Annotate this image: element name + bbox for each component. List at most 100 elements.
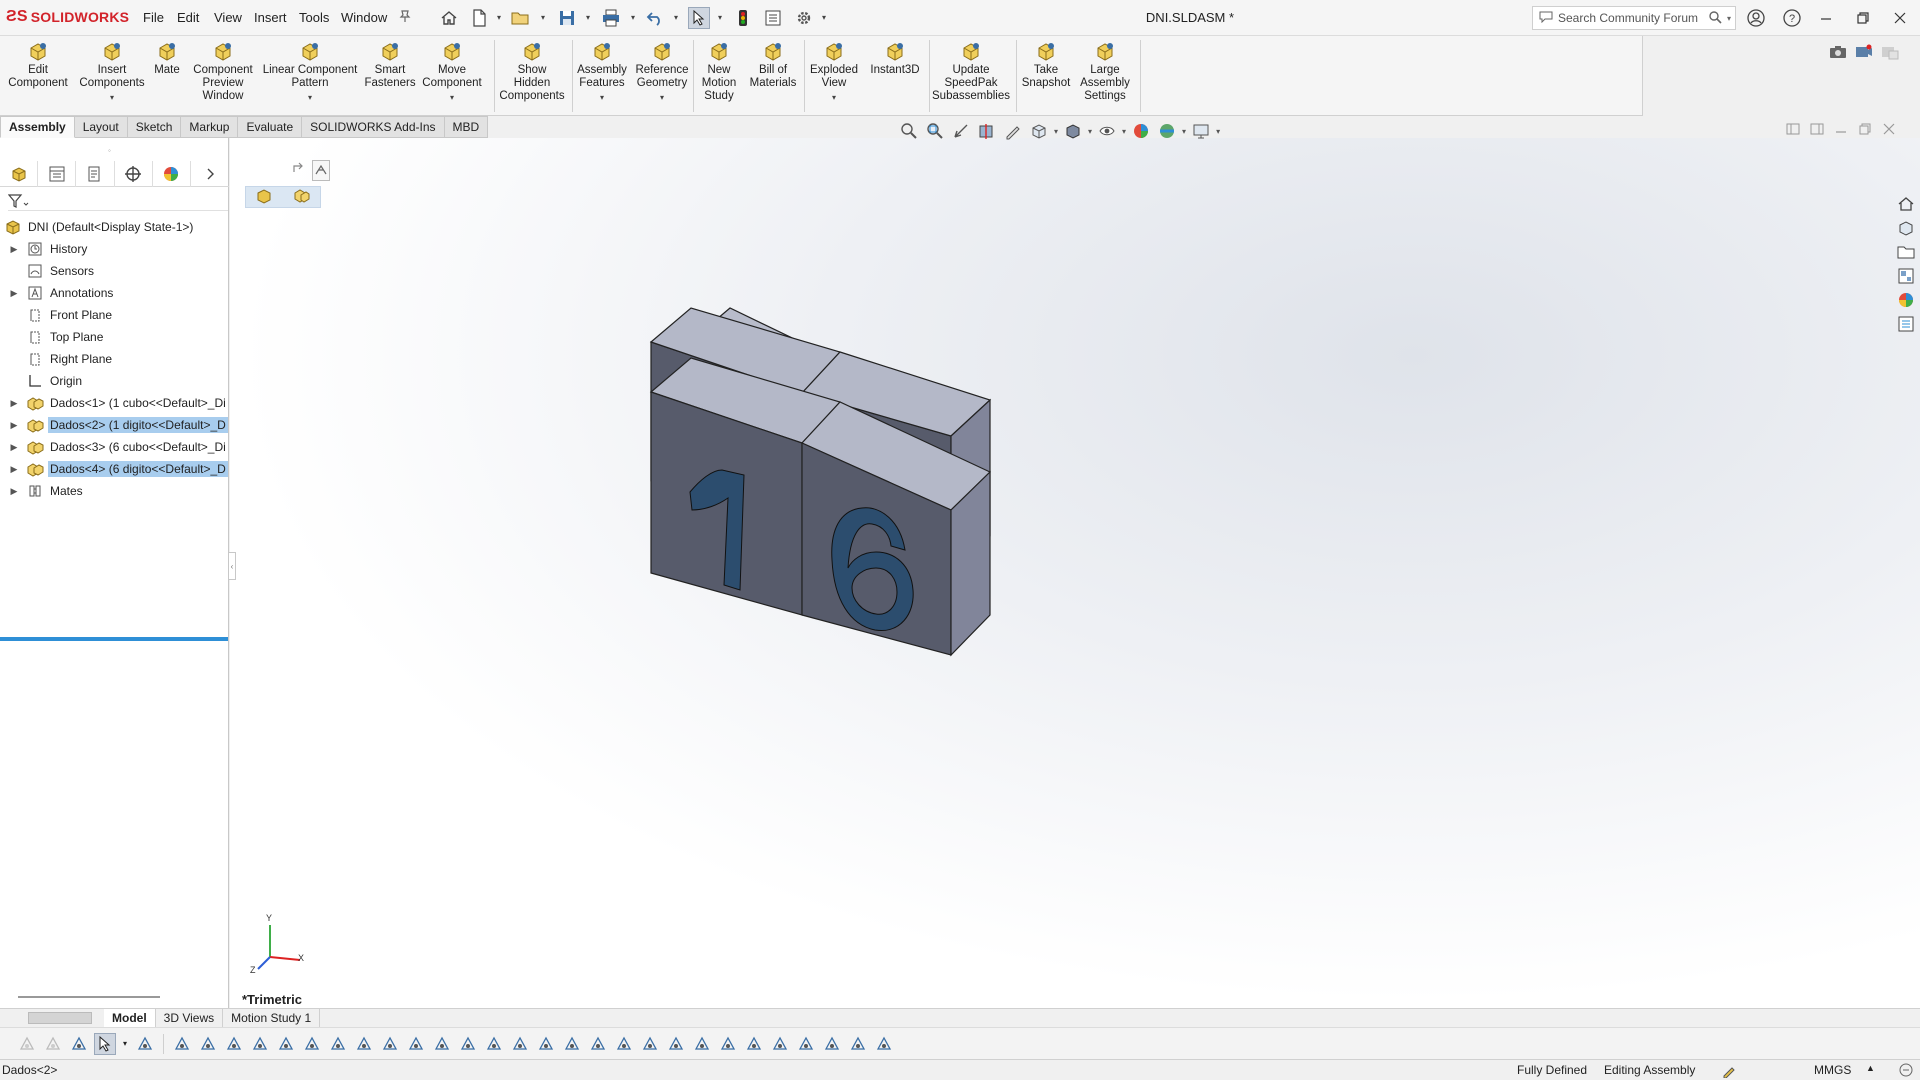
dimxpert-manager-icon[interactable] [115,160,153,187]
zoom-to-area-icon[interactable] [924,121,946,141]
ribbon-button-move-component[interactable]: Move Component ▾ [422,40,482,104]
filter-sketch-icon[interactable] [847,1033,869,1055]
filter-toggle-icon[interactable] [42,1033,64,1055]
print-icon[interactable] [600,7,622,29]
tree-item-top[interactable]: ▶Top Plane [0,326,228,348]
chevron-down-icon[interactable]: ▾ [586,13,594,22]
chevron-down-icon[interactable]: ▾ [832,91,836,104]
assembly-breadcrumb-icon[interactable] [256,188,272,207]
menu-insert[interactable]: Insert [254,10,287,25]
ribbon-button-linear-pattern[interactable]: Linear Component Pattern ▾ [260,40,360,104]
select-arrow-icon[interactable] [688,7,710,29]
chevron-down-icon[interactable]: ▾ [660,91,664,104]
viewport-minimize-icon[interactable] [1834,122,1848,139]
tree-item-sensors[interactable]: ▶Sensors [0,260,228,282]
file-properties-icon[interactable] [762,7,784,29]
expand-arrow-icon[interactable]: ▶ [8,398,20,409]
menu-file[interactable]: File [143,10,164,25]
chevron-down-icon[interactable]: ▾ [1122,127,1126,136]
undo-icon[interactable] [644,7,666,29]
chevron-down-icon[interactable]: ▾ [120,1033,130,1055]
rebuild-traffic-light-icon[interactable] [732,7,754,29]
tree-item-right[interactable]: ▶Right Plane [0,348,228,370]
viewport-tile-right-icon[interactable] [1810,122,1824,139]
new-document-icon[interactable] [468,7,490,29]
chevron-down-icon[interactable]: ▾ [497,13,505,22]
minimize-window-icon[interactable] [1806,4,1846,32]
filter-center-marks-icon[interactable] [431,1033,453,1055]
filter-mate-icon[interactable] [795,1033,817,1055]
pin-menu-icon[interactable] [398,9,412,26]
tree-item-annotations[interactable]: ▶ Annotations [0,282,228,304]
tree-item-dados-4[interactable]: ▶ Dados<4> (6 digito<<Default>_D [0,458,228,480]
sketch-pin-icon[interactable] [312,160,330,181]
search-community-forum[interactable]: Search Community Forum ▾ [1532,6,1736,30]
tree-item-front[interactable]: ▶Front Plane [0,304,228,326]
tree-item-dados-2[interactable]: ▶ Dados<2> (1 digito<<Default>_D [0,414,228,436]
tab-layout[interactable]: Layout [74,116,128,138]
ribbon-button-reference-geometry[interactable]: Reference Geometry ▾ [633,40,691,104]
menu-view[interactable]: View [214,10,242,25]
filter-edges-icon[interactable] [197,1033,219,1055]
filter-dimensions-icon[interactable] [483,1033,505,1055]
expand-arrow-icon[interactable]: ▶ [8,442,20,453]
stop-record-icon[interactable] [1880,44,1900,63]
custom-properties-icon[interactable] [1895,314,1917,334]
ribbon-button-exploded-view[interactable]: Exploded View ▾ [806,40,862,104]
filter-connection-point-icon[interactable] [769,1033,791,1055]
expand-arrow-icon[interactable]: ▶ [8,288,20,299]
menu-tools[interactable]: Tools [299,10,329,25]
filter-disabled-icon[interactable] [16,1033,38,1055]
expand-arrow-icon[interactable]: ▶ [8,420,20,431]
filter-gtol-icon[interactable] [535,1033,557,1055]
filter-sketch-points-icon[interactable] [353,1033,375,1055]
chevron-right-icon[interactable] [191,161,229,187]
filter-toolbar-icon[interactable] [68,1033,90,1055]
menu-edit[interactable]: Edit [177,10,199,25]
ribbon-button-smart-fasteners[interactable]: Smart Fasteners [364,40,416,90]
search-icon[interactable] [1708,10,1722,27]
close-window-icon[interactable] [1880,4,1920,32]
tree-item-dados-3[interactable]: ▶ Dados<3> (6 cubo<<Default>_Di [0,436,228,458]
camera-icon[interactable] [1828,44,1848,63]
chevron-down-icon[interactable]: ▾ [541,13,549,22]
chevron-down-icon[interactable]: ▾ [1182,127,1186,136]
zoom-to-fit-icon[interactable] [898,121,920,141]
tree-item-history[interactable]: ▶ History [0,238,228,260]
chevron-down-icon[interactable]: ▾ [1054,127,1058,136]
filter-datum-icon[interactable] [587,1033,609,1055]
filter-surface-icon[interactable] [249,1033,271,1055]
tab-assembly[interactable]: Assembly [0,116,75,138]
tab-model[interactable]: Model [104,1009,156,1027]
tree-root-assembly[interactable]: DNI (Default<Display State-1>) [0,216,228,238]
chevron-down-icon[interactable]: ▾ [674,13,682,22]
ribbon-button-instant3d[interactable]: Instant3D [866,40,924,77]
filter-vertices-icon[interactable] [171,1033,193,1055]
ribbon-button-motion-study[interactable]: New Motion Study [694,40,744,103]
chevron-down-icon[interactable]: ▾ [1216,127,1220,136]
view-settings-icon[interactable] [1190,121,1212,141]
appearances-scenes-icon[interactable] [1895,290,1917,310]
chevron-up-icon[interactable]: ▲ [1866,1063,1875,1073]
tree-item-origin[interactable]: ▶Origin [0,370,228,392]
display-style-icon[interactable] [1062,121,1084,141]
select-pointer-icon[interactable] [94,1032,116,1055]
filter-notes-icon[interactable] [561,1033,583,1055]
viewport-tile-left-icon[interactable] [1786,122,1800,139]
user-account-icon[interactable] [1736,4,1776,32]
ribbon-button-mate[interactable]: Mate [152,40,182,77]
design-library-icon[interactable] [1895,218,1917,238]
dynamic-annotation-icon[interactable] [1002,121,1024,141]
viewport-close-icon[interactable] [1882,122,1896,139]
chevron-down-icon[interactable]: ▾ [631,13,639,22]
record-video-icon[interactable] [1854,44,1874,63]
rebuild-status-icon[interactable] [1722,1062,1738,1080]
configuration-manager-icon[interactable] [76,160,115,187]
filter-centerlines-icon[interactable] [457,1033,479,1055]
ribbon-button-show-hidden[interactable]: Show Hidden Components [496,40,568,103]
hide-show-items-icon[interactable] [1096,121,1118,141]
chevron-down-icon[interactable]: ▾ [308,91,312,104]
edit-appearance-icon[interactable] [1130,121,1152,141]
tab-scroll-arrows[interactable] [28,1012,92,1024]
file-explorer-icon[interactable] [1895,242,1917,262]
